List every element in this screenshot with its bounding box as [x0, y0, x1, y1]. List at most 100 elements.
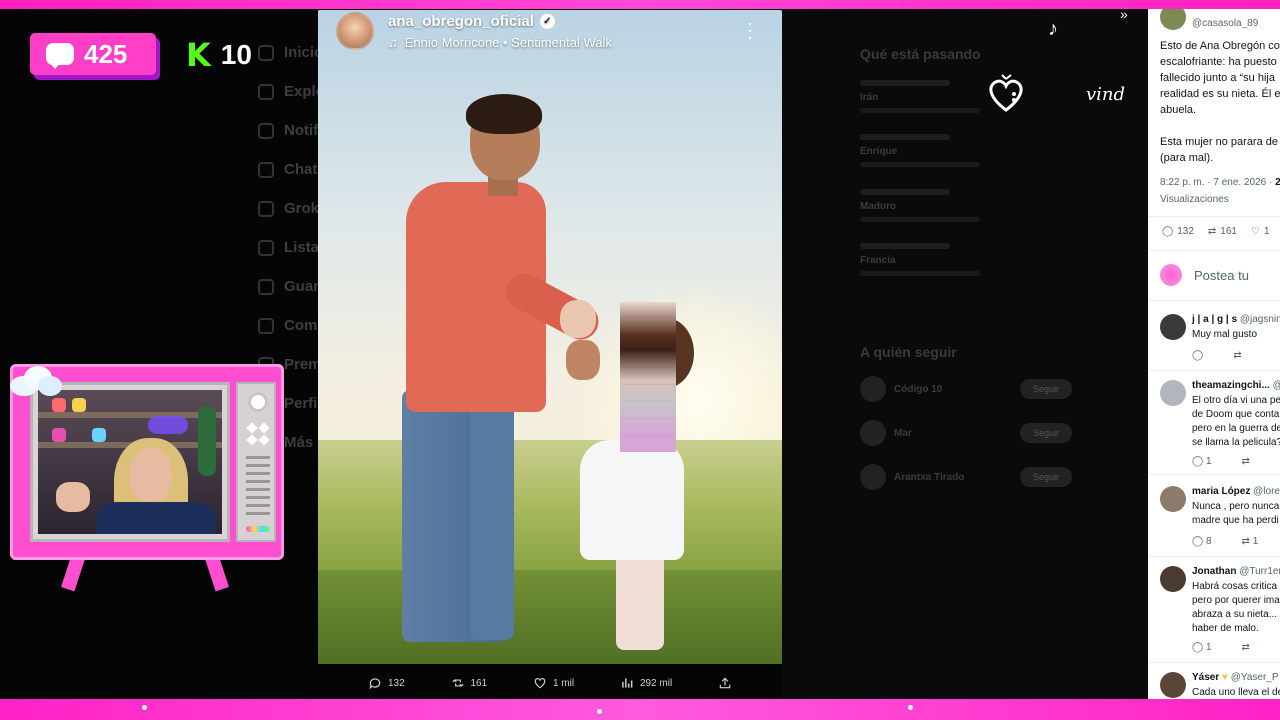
- tv-control-panel: [236, 382, 276, 542]
- avatar: [1160, 314, 1186, 340]
- people-icon: [258, 317, 274, 334]
- post-actions: 132 161 1 mil 292 mil: [318, 672, 782, 694]
- repost-icon: ⇄: [1207, 226, 1217, 237]
- verified-icon: ✓: [539, 13, 555, 29]
- list-icon: [258, 239, 274, 256]
- reply-icon[interactable]: ◯ 8: [1192, 536, 1212, 547]
- trends-title: Qué está pasando: [860, 46, 981, 62]
- post-header: ana_obregon_oficial ✓ ♫ Ennio Morricone …: [336, 12, 612, 50]
- avatar: [860, 376, 886, 402]
- neon-sign: [148, 416, 188, 434]
- nav-chat[interactable]: Chat: [258, 161, 317, 178]
- tv-leg: [205, 554, 229, 592]
- heart-icon: ♡: [1250, 226, 1260, 237]
- nav-grok[interactable]: Grok: [258, 200, 319, 217]
- music-note-icon: ♪: [1048, 18, 1058, 40]
- repost-button[interactable]: 161: [451, 672, 487, 694]
- heart-tv-icon: [989, 74, 1023, 112]
- background-nav: Inicio Explorar Notificaciones Chat Grok…: [248, 0, 387, 700]
- reply-button[interactable]: 132: [368, 672, 405, 694]
- follow-title: A quién seguir: [860, 344, 957, 360]
- more-options-icon[interactable]: · · ·: [745, 14, 755, 46]
- views-button[interactable]: 292 mil: [620, 672, 672, 694]
- nav-inicio[interactable]: Inicio: [258, 44, 323, 61]
- kick-viewer-badge: K 10: [186, 36, 252, 74]
- background-sidebar: Qué está pasando Irán Enrique Maduro Fra…: [782, 0, 1148, 700]
- color-strip: [246, 526, 270, 532]
- like-button[interactable]: ♡ 1: [1251, 226, 1270, 237]
- chat-count: 425: [84, 38, 128, 69]
- webcam-screen: [30, 382, 230, 542]
- avatar: [1160, 380, 1186, 406]
- webcam-feed: [38, 390, 222, 534]
- trend-item[interactable]: Enrique: [860, 134, 1060, 167]
- share-button[interactable]: [718, 672, 732, 694]
- reply-icon[interactable]: ◯ 1: [1192, 456, 1212, 467]
- stream-top-bar: [0, 0, 1280, 9]
- reply-button[interactable]: ◯ 132: [1162, 226, 1194, 237]
- search-icon: [258, 83, 274, 100]
- follow-item[interactable]: Código 10 Seguir: [860, 376, 1072, 402]
- mail-icon: [258, 161, 274, 178]
- bookmark-icon: [258, 278, 274, 295]
- like-button[interactable]: 1 mil: [533, 672, 574, 694]
- music-note-icon: ♫: [388, 34, 398, 50]
- heart-icon: [534, 678, 546, 689]
- repost-icon: [451, 679, 464, 687]
- grass: [318, 570, 782, 664]
- kick-logo-icon: K: [186, 36, 211, 74]
- reply-icon[interactable]: ◯ 1: [1192, 642, 1212, 653]
- compose-reply[interactable]: Postea tu: [1160, 264, 1249, 286]
- chat-viewer-badge: 425: [30, 33, 156, 75]
- trend-item[interactable]: Maduro: [860, 189, 1060, 222]
- christmas-tree: [198, 406, 216, 476]
- avatar: [1160, 486, 1186, 512]
- tweet-text: Esto de Ana Obregón co escalofriante: ha…: [1160, 40, 1280, 164]
- tweet-panel: @casasola_89 Esto de Ana Obregón co esca…: [1148, 0, 1280, 700]
- trend-item[interactable]: Francia: [860, 243, 1060, 276]
- tweet-handle[interactable]: @casasola_89: [1192, 18, 1258, 29]
- post-media-image[interactable]: [318, 10, 782, 664]
- tweet-views-label: Visualizaciones: [1160, 194, 1229, 205]
- avatar: [1160, 672, 1186, 698]
- avatar[interactable]: [336, 12, 374, 50]
- reply-icon: ◯: [1162, 226, 1174, 237]
- tweet-stats: ◯ 132 ⇄ 161 ♡ 1: [1162, 226, 1270, 237]
- stream-screen: Inicio Explorar Notificaciones Chat Grok…: [0, 0, 1280, 720]
- tv-knob-icon: [248, 392, 268, 412]
- kick-count: 10: [220, 39, 252, 70]
- home-icon: [258, 44, 274, 61]
- avatar: [1160, 264, 1182, 286]
- follow-item[interactable]: Mar Seguir: [860, 420, 1072, 446]
- grok-icon: [258, 200, 274, 217]
- script-text: vind: [1086, 84, 1126, 105]
- child-figure: [616, 550, 664, 650]
- avatar: [860, 464, 886, 490]
- post-music[interactable]: ♫ Ennio Morricone • Sentimental Walk: [388, 35, 612, 50]
- repost-icon[interactable]: ⇄ 1: [1242, 536, 1259, 547]
- tv-leg: [61, 554, 85, 592]
- avatar: [1160, 566, 1186, 592]
- reply-icon[interactable]: ◯: [1192, 350, 1203, 361]
- repost-button[interactable]: ⇄ 161: [1208, 226, 1237, 237]
- bar-chart-icon: [622, 678, 633, 688]
- follow-button[interactable]: Seguir: [1020, 379, 1072, 399]
- follow-button[interactable]: Seguir: [1020, 467, 1072, 487]
- repost-icon[interactable]: ⇄: [1242, 456, 1250, 467]
- repost-icon[interactable]: ⇄: [1242, 642, 1250, 653]
- pixelated-face: [620, 302, 676, 452]
- post-username[interactable]: ana_obregon_oficial: [388, 13, 534, 30]
- bell-icon: [258, 122, 274, 139]
- repost-icon[interactable]: ⇄: [1233, 350, 1241, 361]
- stream-bottom-bar: [0, 699, 1280, 720]
- nav-listas[interactable]: Listas: [258, 239, 327, 256]
- reply-icon: [369, 678, 381, 690]
- avatar: [860, 420, 886, 446]
- tweet-timestamp: 8:22 p. m. · 7 ene. 2026 · 2: [1160, 177, 1280, 188]
- trend-item[interactable]: Irán: [860, 80, 1060, 113]
- share-icon: [719, 677, 731, 689]
- follow-button[interactable]: Seguir: [1020, 423, 1072, 443]
- cloud-icon: [10, 366, 62, 396]
- chat-bubble-icon: [46, 43, 74, 69]
- follow-item[interactable]: Arantxa Tirado Seguir: [860, 464, 1072, 490]
